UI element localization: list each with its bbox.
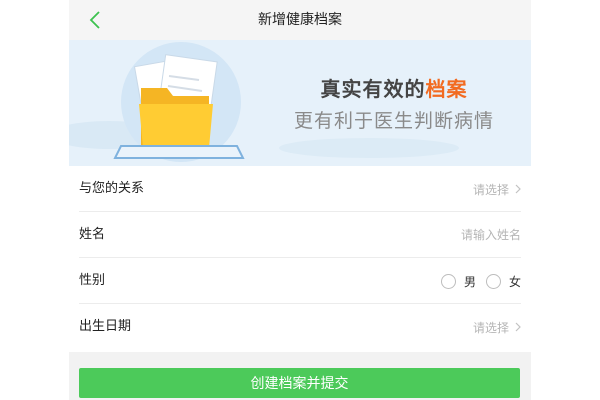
gender-row: 性别 男 女	[69, 258, 531, 304]
folder-illustration	[69, 42, 459, 162]
birthday-row[interactable]: 出生日期 请选择	[69, 304, 531, 350]
birthday-select[interactable]: 请选择	[473, 304, 521, 350]
chevron-right-icon	[515, 322, 521, 332]
birthday-label: 出生日期	[79, 319, 132, 334]
gender-male-label: 男	[463, 274, 476, 289]
name-label: 姓名	[79, 227, 106, 242]
page-title: 新增健康档案	[258, 12, 342, 28]
relation-row[interactable]: 与您的关系 请选择	[69, 166, 531, 212]
headline-highlight: 档案	[425, 77, 468, 101]
relation-value: 请选择	[472, 182, 509, 197]
gender-female-label: 女	[508, 274, 521, 289]
navigation-bar: 新增健康档案	[69, 0, 531, 40]
gender-label: 性别	[79, 273, 106, 288]
radio-male[interactable]	[440, 273, 456, 289]
profile-form: 与您的关系 请选择 姓名 性别 男	[69, 166, 531, 352]
banner-headline: 真实有效的档案	[279, 73, 509, 102]
app-screen: 新增健康档案 真实有效的档案 更有利于医生判断病情 与您的关系 请选择 姓名 请…	[69, 0, 531, 400]
submit-button[interactable]: 创建档案并提交	[79, 368, 520, 398]
gender-option-female[interactable]: 女	[485, 273, 521, 290]
gender-option-male[interactable]: 男	[440, 273, 476, 290]
relation-label: 与您的关系	[79, 181, 145, 196]
birthday-value: 请选择	[472, 320, 509, 335]
headline-prefix: 真实有效的	[320, 77, 426, 101]
banner-subline: 更有利于医生判断病情	[293, 110, 494, 132]
name-row: 姓名	[69, 212, 531, 258]
gender-radio-group: 男 女	[440, 258, 521, 304]
relation-select[interactable]: 请选择	[473, 166, 521, 212]
radio-female[interactable]	[485, 273, 501, 289]
hero-banner: 真实有效的档案 更有利于医生判断病情	[69, 40, 531, 166]
name-input[interactable]	[371, 224, 521, 246]
chevron-right-icon	[515, 184, 521, 194]
